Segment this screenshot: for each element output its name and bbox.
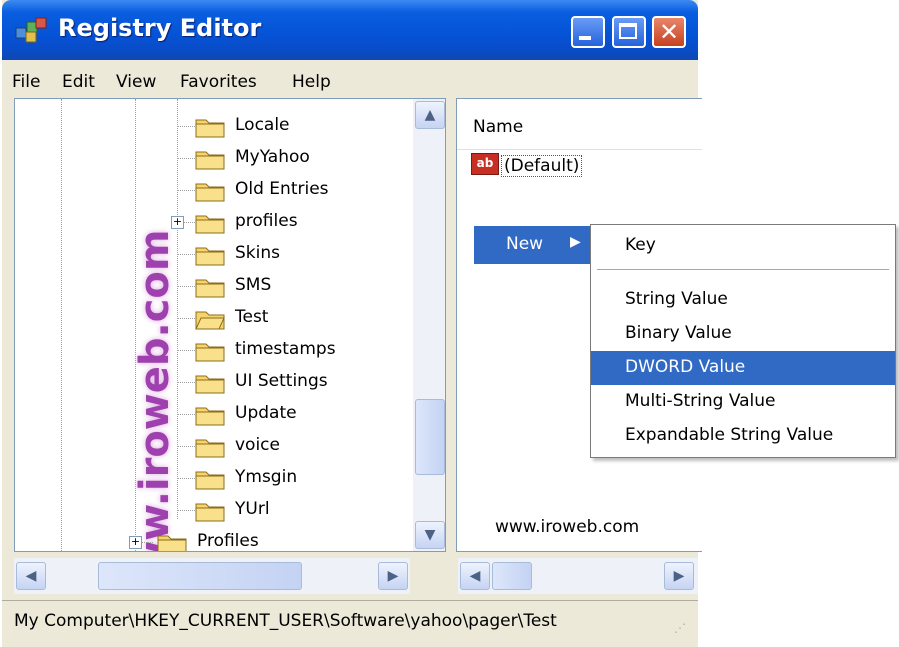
submenu-item-label: Binary Value [625, 323, 732, 343]
tree-vertical-scrollbar[interactable]: ▲ ▼ [413, 99, 445, 551]
column-header[interactable]: Name [457, 99, 702, 150]
tree-item-label: profiles [235, 211, 298, 231]
tree-item[interactable]: UI Settings [15, 367, 405, 397]
tree-item[interactable]: voice [15, 431, 405, 461]
list-horizontal-scrollbar[interactable]: ◀ ▶ [458, 558, 698, 594]
minimize-button[interactable] [571, 16, 605, 48]
tree-item-label: YUrl [235, 499, 270, 519]
menu-file[interactable]: File [12, 72, 40, 92]
folder-icon [195, 279, 225, 298]
submenu-arrow-icon: ▶ [570, 234, 581, 250]
maximize-button[interactable] [612, 16, 646, 48]
submenu-item-expandable-string-value[interactable]: Expandable String Value [591, 419, 895, 453]
folder-icon [195, 439, 225, 458]
context-menu-new[interactable]: New ▶ [474, 226, 590, 264]
folder-icon [195, 407, 225, 426]
scroll-right-icon[interactable]: ▶ [378, 562, 408, 590]
submenu-item-label: DWORD Value [625, 357, 746, 377]
submenu-separator [597, 269, 889, 270]
tree-item-label: Locale [235, 115, 290, 135]
close-icon: ✕ [658, 18, 680, 46]
new-submenu: Key String Value Binary Value DWORD Valu… [590, 224, 896, 458]
submenu-item-binary-value[interactable]: Binary Value [591, 317, 895, 351]
folder-icon [195, 183, 225, 202]
tree-item[interactable]: timestamps [15, 335, 405, 365]
tree-item[interactable]: Locale [15, 111, 405, 141]
menu-edit[interactable]: Edit [62, 72, 95, 92]
scroll-up-icon[interactable]: ▲ [415, 101, 445, 129]
menu-help[interactable]: Help [292, 72, 331, 92]
submenu-item-dword-value[interactable]: DWORD Value [591, 351, 895, 385]
scroll-left-icon[interactable]: ◀ [16, 562, 46, 590]
menu-favorites[interactable]: Favorites [180, 72, 257, 92]
tree-item-label: Test [235, 307, 269, 327]
close-button[interactable]: ✕ [652, 16, 686, 48]
tree-item[interactable]: MyYahoo [15, 143, 405, 173]
folder-icon [195, 119, 225, 138]
tree-item-label: SMS [235, 275, 272, 295]
menu-view[interactable]: View [116, 72, 156, 92]
scroll-right-icon[interactable]: ▶ [664, 562, 694, 590]
watermark-text: www.iroweb.com [495, 517, 640, 537]
tree-item-label: Update [235, 403, 297, 423]
tree-item-label: MyYahoo [235, 147, 310, 167]
scroll-left-icon[interactable]: ◀ [460, 562, 490, 590]
tree-item-label: Skins [235, 243, 280, 263]
tree-item[interactable]: YUrl [15, 495, 405, 525]
tree-item[interactable]: + profiles [15, 207, 405, 237]
folder-icon [195, 343, 225, 362]
folder-icon [157, 535, 187, 551]
tree-horizontal-scrollbar[interactable]: ◀ ▶ [14, 558, 410, 594]
registry-tree-pane[interactable]: www.iroweb.com Locale MyYahoo Old Entries +… [14, 98, 446, 552]
new-label: New [506, 234, 544, 254]
status-path: My Computer\HKEY_CURRENT_USER\Software\y… [14, 611, 557, 631]
scroll-thumb[interactable] [415, 399, 445, 475]
tree-item[interactable]: Test [15, 303, 405, 333]
folder-icon [195, 215, 225, 234]
menu-bar: File Edit View Favorites Help [2, 62, 698, 102]
tree-item[interactable]: Old Entries [15, 175, 405, 205]
folder-icon [195, 471, 225, 490]
tree-item-profiles-root[interactable]: + Profiles [15, 527, 405, 551]
open-folder-icon [195, 311, 225, 330]
tree-item-label: Profiles [197, 531, 259, 551]
submenu-item-key[interactable]: Key [591, 229, 895, 263]
tree-item-label: voice [235, 435, 280, 455]
column-name-header: Name [473, 117, 524, 137]
expand-icon[interactable]: + [171, 216, 184, 229]
scroll-thumb[interactable] [492, 562, 532, 590]
folder-icon [195, 247, 225, 266]
string-value-icon: ab [471, 153, 499, 175]
folder-icon [195, 375, 225, 394]
submenu-item-label: String Value [625, 289, 728, 309]
tree-item-label: Old Entries [235, 179, 329, 199]
tree-item-label: Ymsgin [235, 467, 298, 487]
window-title: Registry Editor [58, 14, 262, 42]
tree-item[interactable]: Update [15, 399, 405, 429]
folder-icon [195, 151, 225, 170]
expand-icon[interactable]: + [129, 536, 142, 549]
size-grip-icon[interactable]: ⋰ [674, 621, 686, 635]
scroll-thumb[interactable] [98, 562, 302, 590]
tree-item[interactable]: SMS [15, 271, 405, 301]
value-name: (Default) [501, 155, 583, 177]
title-bar[interactable]: Registry Editor ✕ [2, 0, 698, 60]
status-bar: My Computer\HKEY_CURRENT_USER\Software\y… [2, 600, 698, 647]
submenu-item-label: Multi-String Value [625, 391, 776, 411]
submenu-item-label: Key [625, 235, 656, 255]
tree-item-label: UI Settings [235, 371, 328, 391]
tree-item[interactable]: Ymsgin [15, 463, 405, 493]
registry-app-icon [15, 17, 47, 43]
scroll-down-icon[interactable]: ▼ [415, 521, 445, 549]
submenu-item-label: Expandable String Value [625, 425, 834, 445]
tree-item-label: timestamps [235, 339, 336, 359]
tree-item[interactable]: Skins [15, 239, 405, 269]
folder-icon [195, 503, 225, 522]
submenu-item-multi-string-value[interactable]: Multi-String Value [591, 385, 895, 419]
value-item-default[interactable]: ab (Default) [471, 153, 651, 181]
submenu-item-string-value[interactable]: String Value [591, 283, 895, 317]
